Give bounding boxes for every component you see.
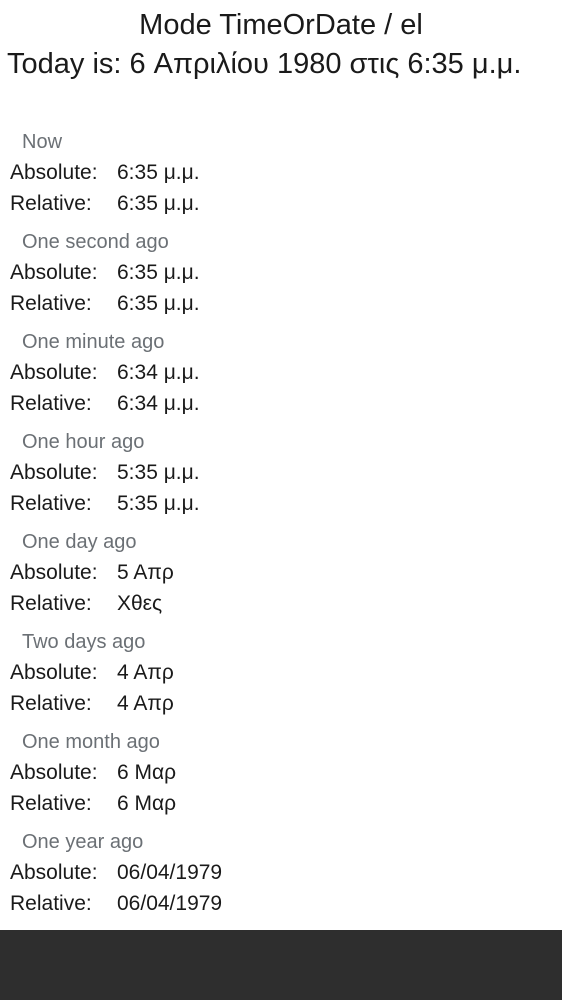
absolute-row: Absolute: 5:35 μ.μ.	[10, 459, 200, 487]
section-header: One day ago	[22, 531, 137, 553]
relative-value: 4 Απρ	[117, 692, 174, 715]
relative-row: Relative: 6:35 μ.μ.	[10, 290, 200, 318]
section-one-day-ago: One day ago Absolute: 5 Απρ Relative: Χθες	[0, 527, 562, 627]
section-now: Now Absolute: 6:35 μ.μ. Relative: 6:35 μ.μ…	[0, 127, 562, 227]
section-one-second-ago: One second ago Absolute: 6:35 μ.μ. Relati…	[0, 227, 562, 327]
page-title: Mode TimeOrDate / el	[139, 9, 423, 41]
relative-value: 6:35 μ.μ.	[117, 192, 200, 215]
section-one-hour-ago: One hour ago Absolute: 5:35 μ.μ. Relative…	[0, 427, 562, 527]
absolute-label: Absolute:	[10, 461, 98, 484]
absolute-label: Absolute:	[10, 361, 98, 384]
today-text: Today is: 6 Απριλίου 1980 στις 6:35 μ.μ.	[7, 48, 522, 80]
section-one-month-ago: One month ago Absolute: 6 Μαρ Relative: 6 …	[0, 727, 562, 827]
relative-label: Relative:	[10, 592, 92, 615]
absolute-row: Absolute: 6:35 μ.μ.	[10, 259, 200, 287]
relative-label: Relative:	[10, 292, 92, 315]
relative-value: Χθες	[117, 592, 163, 615]
absolute-value: 5:35 μ.μ.	[117, 461, 200, 484]
relative-row: Relative: 06/04/1979	[10, 890, 222, 918]
relative-label: Relative:	[10, 192, 92, 215]
absolute-label: Absolute:	[10, 861, 98, 884]
section-header: One year ago	[22, 831, 144, 853]
absolute-value: 6:35 μ.μ.	[117, 261, 200, 284]
relative-row: Relative: 6 Μαρ	[10, 790, 176, 818]
relative-value: 6 Μαρ	[117, 792, 177, 815]
relative-value: 6:34 μ.μ.	[117, 392, 200, 415]
absolute-row: Absolute: 6:35 μ.μ.	[10, 159, 200, 187]
relative-label: Relative:	[10, 692, 92, 715]
absolute-row: Absolute: 06/04/1979	[10, 859, 222, 887]
section-one-year-ago: One year ago Absolute: 06/04/1979 Relativ…	[0, 827, 562, 927]
relative-value: 06/04/1979	[117, 892, 223, 915]
section-header: One month ago	[22, 731, 160, 753]
relative-value: 6:35 μ.μ.	[117, 292, 200, 315]
section-header: One second ago	[22, 231, 169, 253]
relative-label: Relative:	[10, 792, 92, 815]
section-header: Two days ago	[22, 631, 146, 653]
absolute-value: 06/04/1979	[117, 861, 223, 884]
section-header: One minute ago	[22, 331, 165, 353]
absolute-row: Absolute: 5 Απρ	[10, 559, 174, 587]
absolute-value: 6 Μαρ	[117, 761, 177, 784]
section-header: Now	[22, 131, 63, 153]
relative-label: Relative:	[10, 392, 92, 415]
relative-row: Relative: 6:34 μ.μ.	[10, 390, 200, 418]
absolute-label: Absolute:	[10, 261, 98, 284]
relative-row: Relative: 5:35 μ.μ.	[10, 490, 200, 518]
relative-label: Relative:	[10, 892, 92, 915]
absolute-label: Absolute:	[10, 161, 98, 184]
absolute-label: Absolute:	[10, 561, 98, 584]
section-one-minute-ago: One minute ago Absolute: 6:34 μ.μ. Relati…	[0, 327, 562, 427]
absolute-label: Absolute:	[10, 661, 98, 684]
absolute-row: Absolute: 6:34 μ.μ.	[10, 359, 200, 387]
relative-row: Relative: Χθες	[10, 590, 162, 618]
relative-row: Relative: 6:35 μ.μ.	[10, 190, 200, 218]
navigation-bar	[0, 930, 562, 1000]
absolute-label: Absolute:	[10, 761, 98, 784]
absolute-row: Absolute: 6 Μαρ	[10, 759, 176, 787]
section-two-days-ago: Two days ago Absolute: 4 Απρ Relative: 4 Α…	[0, 627, 562, 727]
absolute-value: 5 Απρ	[117, 561, 174, 584]
relative-row: Relative: 4 Απρ	[10, 690, 174, 718]
absolute-row: Absolute: 4 Απρ	[10, 659, 174, 687]
absolute-value: 6:35 μ.μ.	[117, 161, 200, 184]
absolute-value: 6:34 μ.μ.	[117, 361, 200, 384]
time-sections-list: Now Absolute: 6:35 μ.μ. Relative: 6:35 μ.μ…	[0, 127, 562, 927]
relative-value: 5:35 μ.μ.	[117, 492, 200, 515]
relative-label: Relative:	[10, 492, 92, 515]
section-header: One hour ago	[22, 431, 145, 453]
absolute-value: 4 Απρ	[117, 661, 174, 684]
